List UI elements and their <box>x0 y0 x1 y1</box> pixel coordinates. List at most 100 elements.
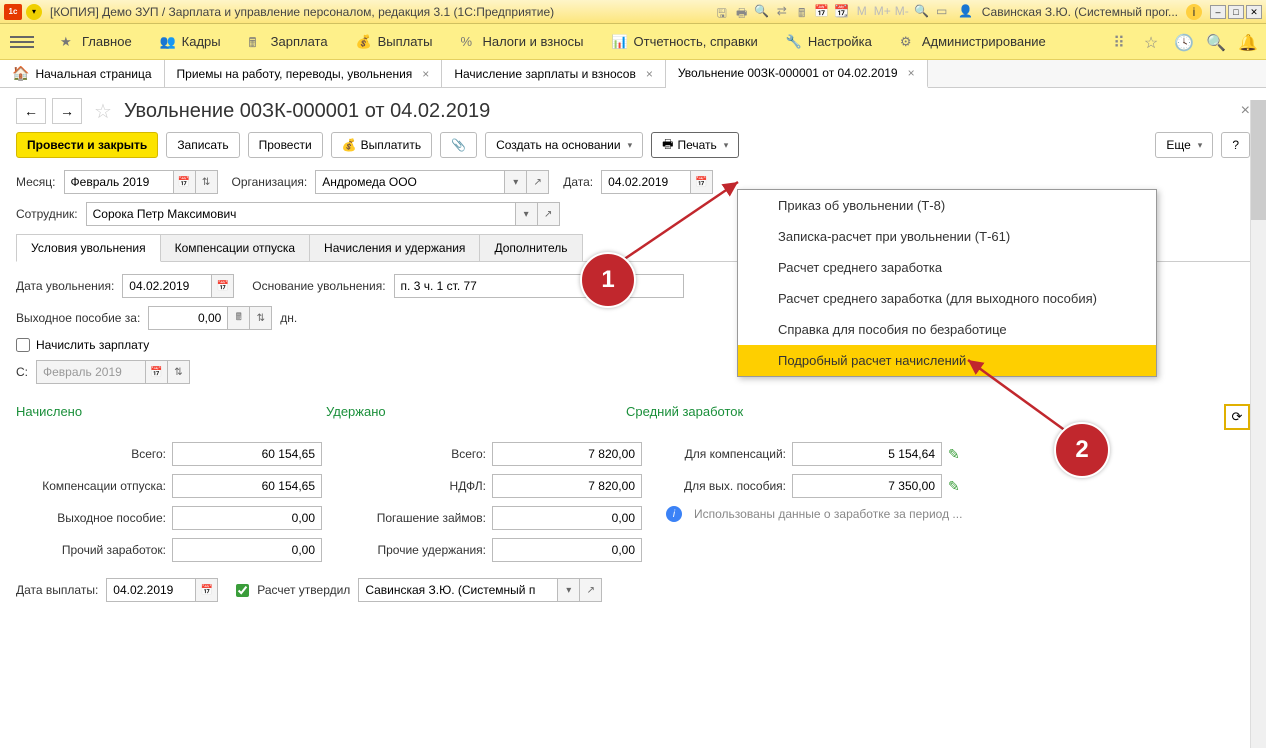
month-spin-icon[interactable]: ⇅ <box>196 170 218 194</box>
doc-close-icon[interactable]: × <box>1241 102 1250 120</box>
maximize-button[interactable]: □ <box>1228 5 1244 19</box>
month-calendar-icon[interactable]: 📅 <box>174 170 196 194</box>
attach-button[interactable]: 📎 <box>440 132 477 158</box>
date-input[interactable] <box>601 170 691 194</box>
close-window-button[interactable]: ✕ <box>1246 5 1262 19</box>
calc-icon[interactable]: 🖩 <box>794 4 810 20</box>
tab-close-icon[interactable]: × <box>908 66 915 80</box>
ndfl-input[interactable] <box>492 474 642 498</box>
m-icon[interactable]: M <box>854 4 870 20</box>
avg-sev-input[interactable] <box>792 474 942 498</box>
menu-settings[interactable]: 🔧Настройка <box>772 34 886 50</box>
org-input[interactable] <box>315 170 505 194</box>
save-icon[interactable]: 🖫 <box>714 4 730 20</box>
tab-home[interactable]: 🏠Начальная страница <box>0 60 165 87</box>
zoom-icon[interactable]: 🔍 <box>914 4 930 20</box>
severance-calc-icon[interactable]: 🖩 <box>228 306 250 330</box>
vacation-comp-input[interactable] <box>172 474 322 498</box>
compare-icon[interactable]: ⇄ <box>774 4 790 20</box>
help-button[interactable]: ? <box>1221 132 1250 158</box>
print-button[interactable]: 🖶Печать <box>651 132 739 158</box>
vertical-scrollbar[interactable] <box>1250 100 1266 748</box>
post-and-close-button[interactable]: Провести и закрыть <box>16 132 158 158</box>
month-input[interactable] <box>64 170 174 194</box>
print-item-t8[interactable]: Приказ об увольнении (Т-8) <box>738 190 1156 221</box>
menu-hr[interactable]: 👥Кадры <box>146 34 235 50</box>
apps-grid-icon[interactable]: ⠿ <box>1110 33 1128 51</box>
severance-spin-icon[interactable]: ⇅ <box>250 306 272 330</box>
approver-dropdown-icon[interactable]: ▾ <box>558 578 580 602</box>
date-calendar-icon[interactable]: 📅 <box>691 170 713 194</box>
payout-date-calendar-icon[interactable]: 📅 <box>196 578 218 602</box>
employee-open-icon[interactable]: ↗ <box>538 202 560 226</box>
inner-tab-additional[interactable]: Дополнитель <box>479 234 582 261</box>
print-item-unemployment[interactable]: Справка для пособия по безработице <box>738 314 1156 345</box>
info-icon[interactable]: i <box>1186 4 1202 20</box>
tab-close-icon[interactable]: × <box>422 67 429 81</box>
tab-hires[interactable]: Приемы на работу, переводы, увольнения× <box>165 60 443 87</box>
print-icon[interactable]: 🖶 <box>734 4 750 20</box>
more-button[interactable]: Еще <box>1155 132 1213 158</box>
org-open-icon[interactable]: ↗ <box>527 170 549 194</box>
favorites-star-icon[interactable]: ☆ <box>1142 33 1160 51</box>
print-item-avg[interactable]: Расчет среднего заработка <box>738 252 1156 283</box>
windows-icon[interactable]: ▭ <box>934 4 950 20</box>
severance-pay-input[interactable] <box>172 506 322 530</box>
refresh-button[interactable]: ⟳ <box>1224 404 1250 430</box>
menu-salary[interactable]: 🖩Зарплата <box>235 34 342 50</box>
approver-open-icon[interactable]: ↗ <box>580 578 602 602</box>
preview-icon[interactable]: 🔍 <box>754 4 770 20</box>
app-menu-dropdown-icon[interactable]: ▾ <box>26 4 42 20</box>
tab-dismissal[interactable]: Увольнение 00ЗК-000001 от 04.02.2019× <box>666 60 928 88</box>
from-calendar-icon[interactable]: 📅 <box>146 360 168 384</box>
m-plus-icon[interactable]: M+ <box>874 4 890 20</box>
inner-tab-accruals[interactable]: Начисления и удержания <box>309 234 480 261</box>
pay-button[interactable]: 💰Выплатить <box>331 132 432 158</box>
approved-checkbox[interactable] <box>236 584 249 597</box>
from-spin-icon[interactable]: ⇅ <box>168 360 190 384</box>
minimize-button[interactable]: – <box>1210 5 1226 19</box>
inner-tab-vacation-comp[interactable]: Компенсации отпуска <box>160 234 310 261</box>
approver-input[interactable] <box>358 578 558 602</box>
scrollbar-thumb[interactable] <box>1251 100 1266 220</box>
avg-comp-input[interactable] <box>792 442 942 466</box>
inner-tab-conditions[interactable]: Условия увольнения <box>16 234 161 262</box>
severance-input[interactable] <box>148 306 228 330</box>
menu-taxes[interactable]: %Налоги и взносы <box>446 34 597 50</box>
notifications-bell-icon[interactable]: 🔔 <box>1238 33 1256 51</box>
date-icon[interactable]: 📆 <box>834 4 850 20</box>
calc-salary-checkbox[interactable] <box>16 338 30 352</box>
nav-back-button[interactable]: ← <box>16 98 46 124</box>
search-glass-icon[interactable]: 🔍 <box>1206 33 1224 51</box>
save-button[interactable]: Записать <box>166 132 239 158</box>
print-item-detailed[interactable]: Подробный расчет начислений <box>738 345 1156 376</box>
hamburger-icon[interactable] <box>10 30 34 54</box>
tab-payroll[interactable]: Начисление зарплаты и взносов× <box>442 60 666 87</box>
menu-payments[interactable]: 💰Выплаты <box>342 34 447 50</box>
org-dropdown-icon[interactable]: ▾ <box>505 170 527 194</box>
employee-dropdown-icon[interactable]: ▾ <box>516 202 538 226</box>
payout-date-input[interactable] <box>106 578 196 602</box>
menu-main[interactable]: ★Главное <box>46 34 146 50</box>
from-input[interactable] <box>36 360 146 384</box>
post-button[interactable]: Провести <box>248 132 323 158</box>
other-earning-input[interactable] <box>172 538 322 562</box>
nav-forward-button[interactable]: → <box>52 98 82 124</box>
dismissal-date-calendar-icon[interactable]: 📅 <box>212 274 234 298</box>
accrued-total-input[interactable] <box>172 442 322 466</box>
employee-input[interactable] <box>86 202 516 226</box>
create-based-on-button[interactable]: Создать на основании <box>485 132 643 158</box>
basis-input[interactable] <box>394 274 684 298</box>
dismissal-date-input[interactable] <box>122 274 212 298</box>
print-item-avg-sev[interactable]: Расчет среднего заработка (для выходного… <box>738 283 1156 314</box>
menu-reports[interactable]: 📊Отчетность, справки <box>598 34 772 50</box>
menu-admin[interactable]: ⚙Администрирование <box>886 34 1060 50</box>
favorite-star-icon[interactable]: ☆ <box>94 99 112 124</box>
loans-input[interactable] <box>492 506 642 530</box>
m-minus-icon[interactable]: M- <box>894 4 910 20</box>
edit-pencil-icon[interactable]: ✎ <box>948 478 960 495</box>
print-item-t61[interactable]: Записка-расчет при увольнении (Т-61) <box>738 221 1156 252</box>
other-withhold-input[interactable] <box>492 538 642 562</box>
history-clock-icon[interactable]: 🕓 <box>1174 33 1192 51</box>
tab-close-icon[interactable]: × <box>646 67 653 81</box>
